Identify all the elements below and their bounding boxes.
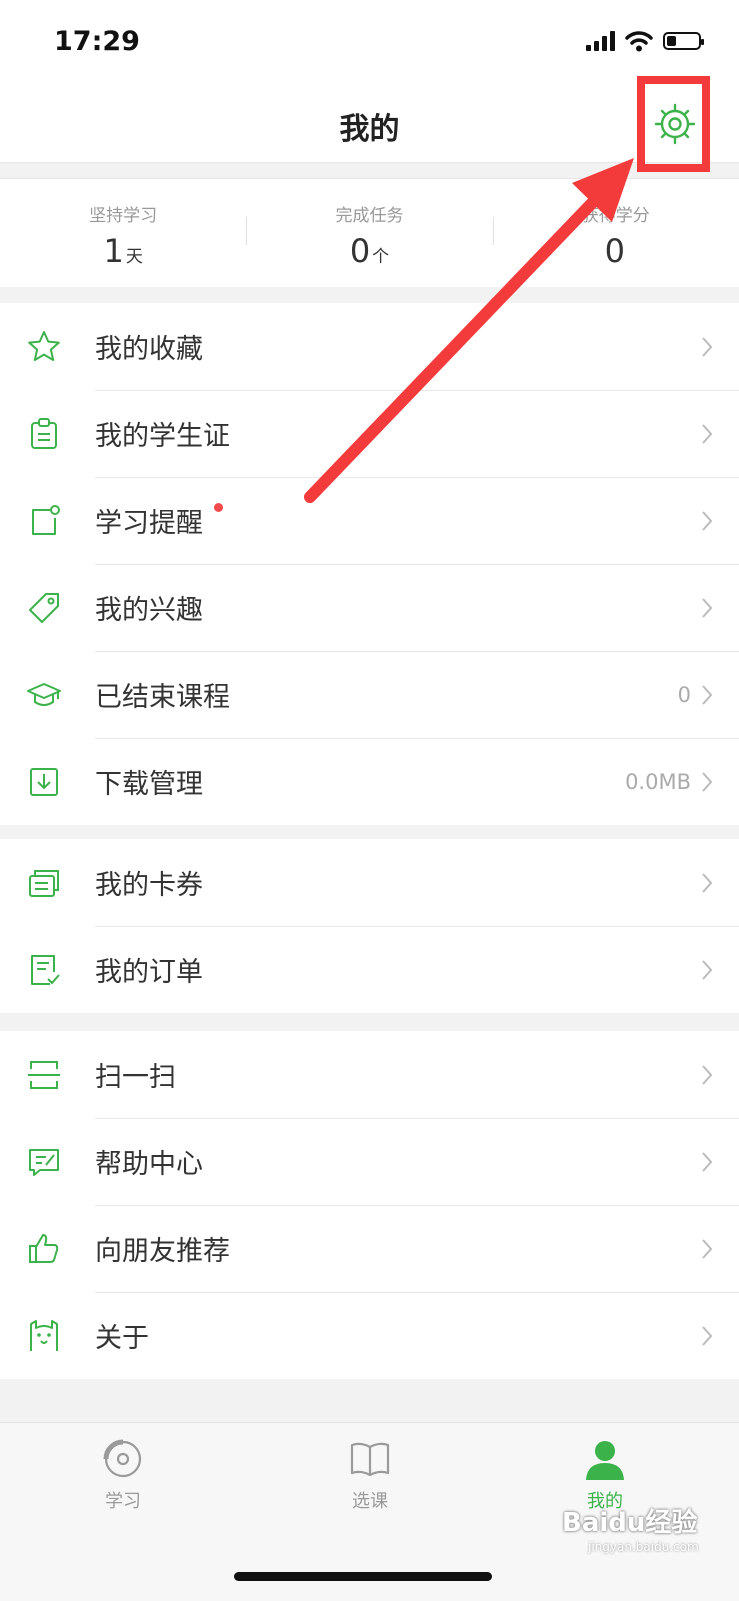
notification-dot — [214, 503, 223, 512]
book-icon — [350, 1442, 390, 1477]
tag-icon — [29, 593, 59, 623]
page-title: 我的 — [339, 112, 400, 147]
tab-label: 选课 — [352, 1491, 388, 1512]
chevron-right-icon — [702, 771, 713, 792]
stat-study-days[interactable]: 坚持学习 1天 — [0, 179, 246, 287]
annotation-highlight-box — [637, 76, 710, 172]
status-bar: 17:29 — [0, 0, 739, 88]
menu-item-help-center[interactable]: 帮助中心 — [0, 1118, 739, 1205]
menu-item-label: 已结束课程 — [95, 682, 230, 713]
status-time: 17:29 — [54, 26, 140, 57]
chevron-right-icon — [702, 423, 713, 444]
menu-item-favorites[interactable]: 我的收藏 — [0, 303, 739, 390]
menu-item-label: 扫一扫 — [95, 1062, 176, 1093]
menu-item-label: 帮助中心 — [95, 1149, 203, 1180]
stat-unit: 天 — [125, 247, 143, 267]
menu-item-coupons[interactable]: 我的卡券 — [0, 839, 739, 926]
study-icon — [103, 1439, 142, 1478]
chevron-right-icon — [702, 872, 713, 893]
menu-item-value: 0 — [677, 682, 691, 707]
tab-study[interactable]: 学习 — [68, 1437, 178, 1513]
menu-item-download-manager[interactable]: 下载管理 0.0MB — [0, 738, 739, 825]
menu-group-2: 我的卡券 我的订单 — [0, 839, 739, 1013]
stat-unit: 个 — [372, 247, 390, 267]
menu-item-about[interactable]: 关于 — [0, 1292, 739, 1379]
menu-item-label: 下载管理 — [95, 769, 203, 800]
status-icons — [586, 30, 704, 52]
menu-item-recommend[interactable]: 向朋友推荐 — [0, 1205, 739, 1292]
menu-item-study-reminder[interactable]: 学习提醒 — [0, 477, 739, 564]
stat-label: 完成任务 — [335, 206, 404, 226]
cellular-signal-icon — [586, 31, 615, 51]
stat-value: 0 — [604, 232, 625, 270]
stats-panel: 坚持学习 1天 完成任务 0个 获得学分 0 — [0, 178, 739, 287]
home-indicator[interactable] — [234, 1572, 492, 1581]
reminder-icon — [32, 505, 60, 535]
chevron-right-icon — [702, 1238, 713, 1259]
menu-item-label: 我的卡券 — [95, 870, 203, 901]
tab-label: 学习 — [105, 1491, 141, 1512]
menu-item-label: 我的学生证 — [95, 421, 230, 452]
nav-bar: 我的 — [0, 88, 739, 163]
watermark-url: jingyan.baidu.com — [588, 1540, 699, 1554]
chevron-right-icon — [702, 510, 713, 531]
menu-item-scan[interactable]: 扫一扫 — [0, 1031, 739, 1118]
chevron-right-icon — [702, 684, 713, 705]
menu-item-interests[interactable]: 我的兴趣 — [0, 564, 739, 651]
menu-item-value: 0.0MB — [625, 769, 691, 794]
stat-tasks-completed[interactable]: 完成任务 0个 — [246, 179, 492, 287]
menu-item-student-card[interactable]: 我的学生证 — [0, 390, 739, 477]
menu-item-label: 我的收藏 — [95, 334, 203, 365]
tab-courses[interactable]: 选课 — [315, 1437, 425, 1513]
menu-item-label: 我的兴趣 — [95, 595, 203, 626]
stat-credits[interactable]: 获得学分 0 — [492, 179, 739, 287]
menu-item-label: 关于 — [95, 1323, 149, 1354]
stat-value: 0 — [349, 232, 371, 270]
battery-icon — [663, 32, 704, 50]
graduation-cap-icon — [27, 683, 61, 706]
stat-label: 获得学分 — [581, 206, 650, 226]
chevron-right-icon — [702, 1325, 713, 1346]
download-icon — [30, 768, 58, 796]
stat-value: 1 — [103, 232, 124, 270]
scan-icon — [28, 1061, 60, 1089]
thumbs-up-icon — [29, 1234, 59, 1263]
stat-label: 坚持学习 — [89, 206, 158, 226]
profile-icon — [586, 1441, 624, 1480]
chevron-right-icon — [702, 1151, 713, 1172]
chevron-right-icon — [702, 959, 713, 980]
menu-item-orders[interactable]: 我的订单 — [0, 926, 739, 1013]
help-icon — [29, 1149, 59, 1176]
about-icon — [30, 1320, 58, 1351]
chevron-right-icon — [702, 597, 713, 618]
menu-group-1: 我的收藏 我的学生证 学习提醒 我的兴趣 已结束课程 0 下载管理 0.0MB — [0, 303, 739, 825]
menu-group-3: 扫一扫 帮助中心 向朋友推荐 关于 — [0, 1031, 739, 1379]
star-icon — [28, 331, 60, 361]
chevron-right-icon — [702, 1064, 713, 1085]
menu-item-label: 向朋友推荐 — [95, 1236, 230, 1267]
coupon-icon — [29, 870, 59, 897]
menu-item-label: 我的订单 — [95, 957, 203, 988]
watermark-logo: Baidu经验 — [562, 1508, 698, 1538]
menu-item-label: 学习提醒 — [95, 508, 203, 539]
menu-item-ended-courses[interactable]: 已结束课程 0 — [0, 651, 739, 738]
wifi-icon — [625, 31, 653, 52]
order-icon — [31, 955, 60, 985]
student-card-icon — [31, 418, 57, 449]
chevron-right-icon — [702, 336, 713, 357]
